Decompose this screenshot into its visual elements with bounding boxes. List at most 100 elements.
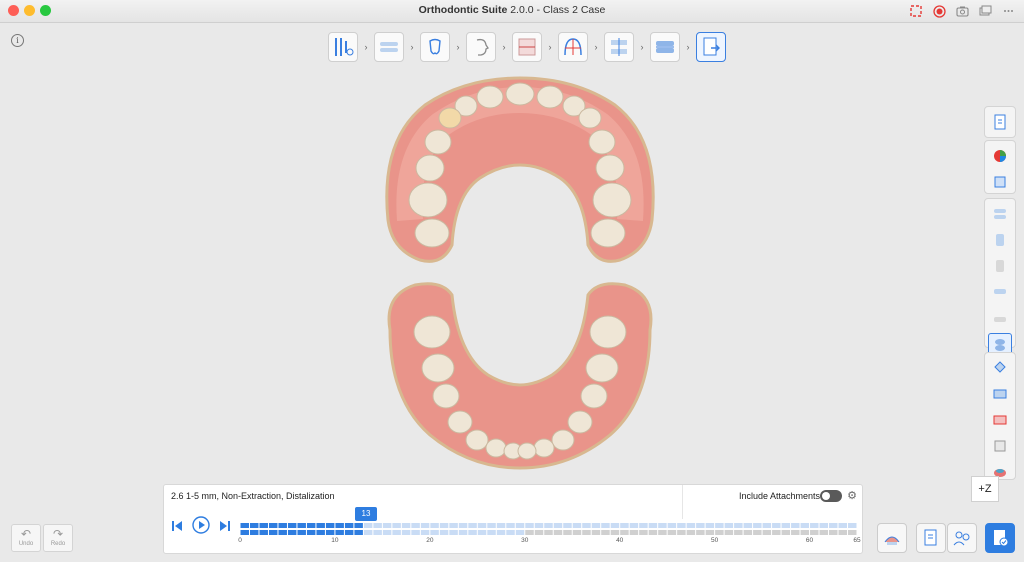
stage-segment[interactable] bbox=[553, 523, 563, 528]
stage-segment[interactable] bbox=[487, 523, 496, 528]
stage-segment[interactable] bbox=[401, 530, 411, 535]
stage-segment[interactable] bbox=[525, 530, 534, 535]
gear-icon[interactable]: ⚙ bbox=[847, 489, 857, 502]
stage-segment[interactable] bbox=[287, 530, 297, 535]
stage-segment[interactable] bbox=[772, 523, 781, 528]
stage-segment[interactable] bbox=[458, 523, 468, 528]
stage-segment[interactable] bbox=[734, 523, 743, 528]
stage-segment[interactable] bbox=[335, 530, 344, 535]
upper-view-button[interactable] bbox=[989, 281, 1011, 303]
stage-segment[interactable] bbox=[810, 523, 819, 528]
z-axis-button[interactable]: +Z bbox=[971, 476, 999, 502]
stage-segment[interactable] bbox=[563, 530, 572, 535]
stage-segment[interactable] bbox=[781, 523, 791, 528]
stage-segment[interactable] bbox=[278, 530, 287, 535]
stage-segment[interactable] bbox=[344, 523, 354, 528]
stage-segment[interactable] bbox=[287, 523, 297, 528]
right-view-button[interactable] bbox=[989, 255, 1011, 277]
view-mode-button[interactable] bbox=[989, 171, 1011, 193]
stage-segment[interactable] bbox=[743, 530, 753, 535]
camera-icon[interactable] bbox=[954, 3, 970, 19]
stage-segment[interactable] bbox=[525, 523, 534, 528]
stage-segment[interactable] bbox=[430, 530, 439, 535]
stage-segment[interactable] bbox=[468, 530, 477, 535]
stage-segment[interactable] bbox=[658, 523, 667, 528]
stage-segment[interactable] bbox=[648, 530, 658, 535]
stage-segment[interactable] bbox=[544, 523, 553, 528]
both-jaws-view-button[interactable] bbox=[989, 203, 1011, 225]
stage-segment[interactable] bbox=[753, 530, 762, 535]
redo-button[interactable]: ↷ Redo bbox=[43, 524, 73, 552]
attachment-tool-button[interactable] bbox=[989, 357, 1011, 379]
stage-segment[interactable] bbox=[819, 530, 829, 535]
stage-segment[interactable] bbox=[715, 530, 724, 535]
stage-segment[interactable] bbox=[620, 523, 629, 528]
stage-segment[interactable] bbox=[762, 523, 772, 528]
dentition-step-button[interactable] bbox=[374, 32, 404, 62]
stage-segment[interactable] bbox=[316, 530, 325, 535]
stage-segment[interactable] bbox=[591, 530, 601, 535]
stage-segment[interactable] bbox=[278, 523, 287, 528]
export-confirm-button[interactable] bbox=[985, 523, 1015, 553]
stage-segment[interactable] bbox=[743, 523, 753, 528]
stage-segment[interactable] bbox=[363, 530, 373, 535]
stage-segment[interactable] bbox=[829, 530, 838, 535]
tooth-step-button[interactable] bbox=[420, 32, 450, 62]
stage-segment[interactable] bbox=[354, 523, 363, 528]
stage-segment[interactable] bbox=[791, 530, 800, 535]
stage-segment[interactable] bbox=[572, 523, 582, 528]
stage-segment[interactable] bbox=[610, 523, 620, 528]
stage-segment[interactable] bbox=[335, 523, 344, 528]
stage-segment[interactable] bbox=[458, 530, 468, 535]
arch-step-button[interactable] bbox=[558, 32, 588, 62]
stage-segment[interactable] bbox=[411, 530, 420, 535]
stage-segment[interactable] bbox=[848, 523, 857, 528]
stage-segment[interactable] bbox=[629, 523, 639, 528]
analysis-step-button[interactable] bbox=[512, 32, 542, 62]
stage-segment[interactable] bbox=[838, 523, 848, 528]
stage-segment[interactable] bbox=[363, 523, 373, 528]
measure-tool-button[interactable] bbox=[989, 383, 1011, 405]
export-step-button[interactable] bbox=[696, 32, 726, 62]
stage-segment[interactable] bbox=[249, 523, 259, 528]
stage-bars[interactable] bbox=[240, 523, 857, 537]
stage-segment[interactable] bbox=[411, 523, 420, 528]
stage-segment[interactable] bbox=[268, 530, 278, 535]
face-step-button[interactable] bbox=[466, 32, 496, 62]
stage-segment[interactable] bbox=[648, 523, 658, 528]
stage-segment[interactable] bbox=[382, 523, 392, 528]
stage-segment[interactable] bbox=[819, 523, 829, 528]
stage-segment[interactable] bbox=[268, 523, 278, 528]
section-tool-button[interactable] bbox=[989, 435, 1011, 457]
stage-segment[interactable] bbox=[848, 530, 857, 535]
stage-segment[interactable] bbox=[572, 530, 582, 535]
stage-segment[interactable] bbox=[553, 530, 563, 535]
stage-segment[interactable] bbox=[496, 530, 506, 535]
stage-segment[interactable] bbox=[249, 530, 259, 535]
undo-button[interactable]: ↶ Undo bbox=[11, 524, 41, 552]
stage-segment[interactable] bbox=[373, 530, 382, 535]
stage-segment[interactable] bbox=[800, 523, 810, 528]
stage-segment[interactable] bbox=[259, 530, 268, 535]
lower-view-button[interactable] bbox=[989, 307, 1011, 329]
stage-segment[interactable] bbox=[753, 523, 762, 528]
left-view-button[interactable] bbox=[989, 229, 1011, 251]
stage-segment[interactable] bbox=[240, 530, 249, 535]
window-icon[interactable] bbox=[977, 3, 993, 19]
stage-segment[interactable] bbox=[838, 530, 848, 535]
stage-segment[interactable] bbox=[496, 523, 506, 528]
stage-segment[interactable] bbox=[477, 523, 487, 528]
stage-segment[interactable] bbox=[401, 523, 411, 528]
stage-segment[interactable] bbox=[620, 530, 629, 535]
stage-segment[interactable] bbox=[306, 530, 316, 535]
stage-segment[interactable] bbox=[316, 523, 325, 528]
color-map-button[interactable] bbox=[989, 145, 1011, 167]
stage-segment[interactable] bbox=[259, 523, 268, 528]
stage-segment[interactable] bbox=[430, 523, 439, 528]
stage-segment[interactable] bbox=[829, 523, 838, 528]
stage-segment[interactable] bbox=[610, 530, 620, 535]
stage-segment[interactable] bbox=[420, 523, 430, 528]
stage-segment[interactable] bbox=[582, 530, 591, 535]
stage-segment[interactable] bbox=[705, 530, 715, 535]
stage-segment[interactable] bbox=[382, 530, 392, 535]
